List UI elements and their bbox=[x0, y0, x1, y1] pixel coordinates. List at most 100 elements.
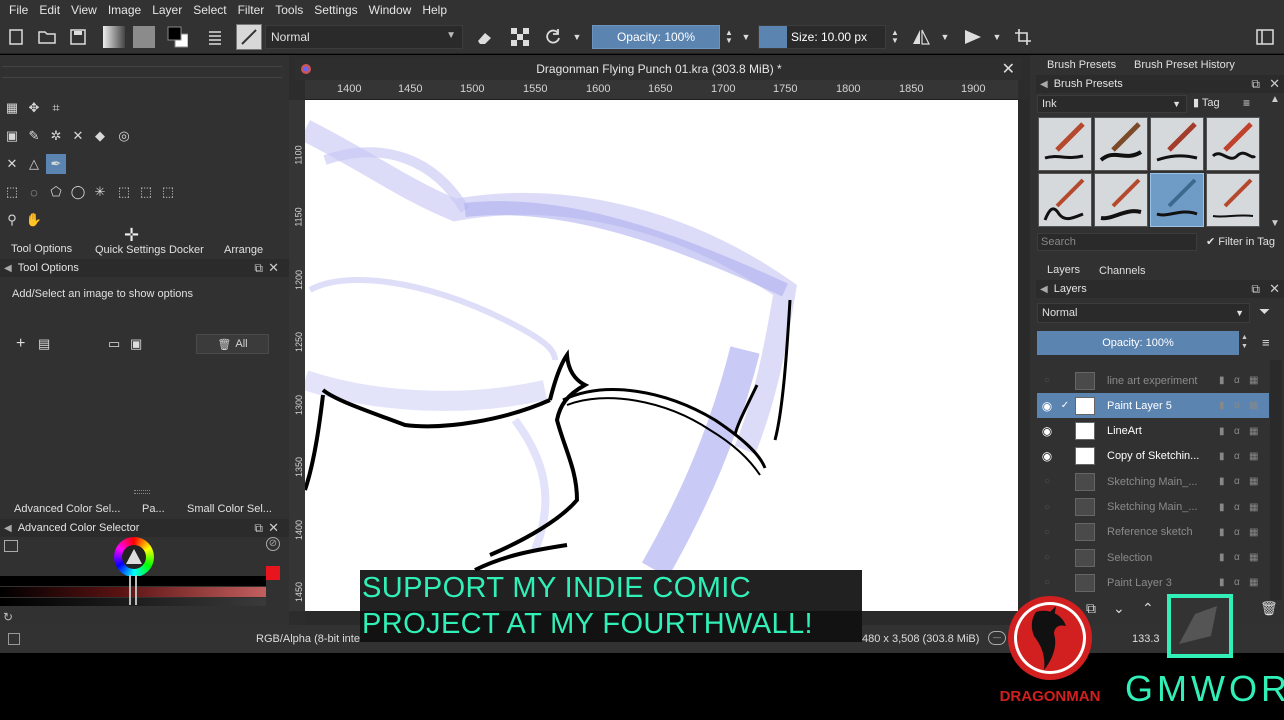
menu-lines-icon[interactable]: ≡ bbox=[1262, 335, 1270, 350]
brush-preset-item[interactable] bbox=[1206, 117, 1260, 171]
layer-row[interactable]: ◉ ✓ Paint Layer 5 ▮ α ▦ bbox=[1037, 393, 1269, 419]
float-docker-icon[interactable]: ⧉ bbox=[1251, 77, 1260, 92]
layer-row[interactable]: ○ line art experiment ▮ α ▦ bbox=[1037, 368, 1269, 393]
lock-icon[interactable]: ▮ bbox=[1219, 552, 1234, 563]
alpha-lock-icon[interactable] bbox=[509, 26, 531, 48]
menu-view[interactable]: View bbox=[66, 3, 103, 17]
close-icon[interactable]: ✕ bbox=[1269, 76, 1280, 92]
magnetic-select-icon[interactable]: ⬚ bbox=[158, 182, 178, 202]
inherit-alpha-icon[interactable]: ▦ bbox=[1249, 375, 1264, 386]
brush-preset-icon[interactable] bbox=[236, 24, 262, 50]
lock-icon[interactable]: ▮ bbox=[1219, 502, 1234, 513]
crop-tool-icon[interactable]: ⌗ bbox=[46, 98, 66, 118]
brush-preset-item[interactable] bbox=[1038, 117, 1092, 171]
lock-icon[interactable]: ▮ bbox=[1219, 527, 1234, 538]
gradient-swatch-icon[interactable] bbox=[103, 26, 125, 48]
layer-list-scrollbar[interactable] bbox=[1270, 360, 1282, 600]
menu-image[interactable]: Image bbox=[103, 3, 147, 17]
menu-select[interactable]: Select bbox=[188, 3, 232, 17]
delete-all-button[interactable]: 🗑 All bbox=[196, 334, 269, 354]
gradient-tool-icon[interactable]: ▣ bbox=[2, 126, 22, 146]
opacity-slider[interactable]: Opacity: 100% bbox=[592, 25, 720, 49]
close-icon[interactable]: ✕ bbox=[268, 520, 279, 536]
tab-channels[interactable]: Channels bbox=[1099, 265, 1145, 277]
color-settings-icon[interactable] bbox=[4, 540, 18, 552]
menu-help[interactable]: Help bbox=[417, 3, 453, 17]
fill-tool-icon[interactable]: ✕ bbox=[68, 126, 88, 146]
inherit-alpha-icon[interactable]: ▦ bbox=[1249, 451, 1264, 462]
eye-hidden-icon[interactable]: ○ bbox=[1037, 476, 1057, 487]
menu-layer[interactable]: Layer bbox=[147, 3, 188, 17]
chevron-down-icon[interactable]: ▼ bbox=[739, 26, 753, 48]
vertical-scrollbar[interactable] bbox=[1018, 100, 1030, 611]
brush-preset-item-selected[interactable] bbox=[1150, 173, 1204, 227]
lock-icon[interactable]: ▮ bbox=[1219, 577, 1234, 588]
tab-brush-presets[interactable]: Brush Presets bbox=[1047, 59, 1116, 71]
inherit-alpha-icon[interactable]: ▦ bbox=[1249, 502, 1264, 513]
color-wheel[interactable] bbox=[114, 537, 154, 577]
rect-select-icon[interactable]: ⬚ bbox=[2, 182, 22, 202]
paint-bucket-icon[interactable]: ◆ bbox=[90, 126, 110, 146]
layer-row[interactable]: ◉ Copy of Sketchin... ▮ α ▦ bbox=[1037, 444, 1269, 469]
lock-icon[interactable]: ▮ bbox=[1219, 375, 1234, 386]
tab-palette[interactable]: Pa... bbox=[142, 503, 165, 515]
eye-hidden-icon[interactable]: ○ bbox=[1037, 552, 1057, 563]
eye-hidden-icon[interactable]: ○ bbox=[1037, 527, 1057, 538]
menu-lines-icon[interactable]: ≡ bbox=[1243, 96, 1250, 110]
clear-color-icon[interactable]: ⊘ bbox=[266, 537, 280, 551]
chevron-down-icon[interactable]: ▼ bbox=[990, 26, 1004, 48]
new-document-icon[interactable] bbox=[5, 26, 27, 48]
current-color-swatch[interactable] bbox=[266, 566, 280, 580]
collapse-arrow-icon[interactable]: ◀ bbox=[1040, 284, 1048, 295]
close-icon[interactable]: ✕ bbox=[268, 260, 279, 276]
measure-tool-icon[interactable]: △ bbox=[24, 154, 44, 174]
bezier-select-icon[interactable]: ⬚ bbox=[136, 182, 156, 202]
zoom-tool-icon[interactable]: ⚲ bbox=[2, 210, 22, 230]
foreground-background-color-icon[interactable] bbox=[166, 26, 188, 48]
eye-icon[interactable]: ◉ bbox=[1037, 399, 1057, 413]
color-bar-cursor[interactable] bbox=[129, 575, 137, 605]
menu-filter[interactable]: Filter bbox=[233, 3, 271, 17]
assistant-tool-icon[interactable]: ✕ bbox=[2, 154, 22, 174]
lock-icon[interactable]: ▮ bbox=[1219, 451, 1234, 462]
ruler-horizontal[interactable]: 1400 1450 1500 1550 1600 1650 1700 1750 … bbox=[305, 80, 1018, 100]
layer-row[interactable]: ○ Sketching Main_... ▮ α ▦ bbox=[1037, 495, 1269, 520]
scroll-down-icon[interactable]: ▼ bbox=[1270, 218, 1282, 230]
eye-icon[interactable]: ◉ bbox=[1037, 449, 1057, 463]
brush-preset-item[interactable] bbox=[1206, 173, 1260, 227]
menu-edit[interactable]: Edit bbox=[34, 3, 66, 17]
lock-icon[interactable]: ▮ bbox=[1219, 400, 1234, 411]
move-layer-down-icon[interactable]: ⌄ bbox=[1113, 600, 1125, 617]
tab-tool-options[interactable]: Tool Options bbox=[11, 243, 72, 255]
size-slider[interactable]: Size: 10.00 px bbox=[758, 25, 886, 49]
mirror-horizontal-icon[interactable] bbox=[910, 26, 932, 48]
alpha-icon[interactable]: α bbox=[1234, 577, 1249, 588]
brush-preset-item[interactable] bbox=[1150, 117, 1204, 171]
splitter-handle[interactable] bbox=[134, 490, 150, 494]
alpha-icon[interactable]: α bbox=[1234, 476, 1249, 487]
pan-tool-icon[interactable]: ✋ bbox=[24, 210, 44, 230]
save-icon[interactable] bbox=[67, 26, 89, 48]
menu-tools[interactable]: Tools bbox=[270, 3, 309, 17]
float-docker-icon[interactable]: ⧉ bbox=[1251, 282, 1260, 297]
tab-quick-settings[interactable]: Quick Settings Docker bbox=[95, 244, 204, 256]
inherit-alpha-icon[interactable]: ▦ bbox=[1249, 552, 1264, 563]
collapse-arrow-icon[interactable]: ◀ bbox=[4, 523, 12, 534]
inherit-alpha-icon[interactable]: ▦ bbox=[1249, 527, 1264, 538]
open-folder-icon[interactable] bbox=[36, 26, 58, 48]
color-picker-icon[interactable]: ✎ bbox=[24, 126, 44, 146]
brush-preset-item[interactable] bbox=[1094, 117, 1148, 171]
inherit-alpha-icon[interactable]: ▦ bbox=[1249, 400, 1264, 411]
alpha-icon[interactable]: α bbox=[1234, 552, 1249, 563]
alpha-icon[interactable]: α bbox=[1234, 451, 1249, 462]
alpha-icon[interactable]: α bbox=[1234, 426, 1249, 437]
mirror-vertical-icon[interactable] bbox=[962, 26, 984, 48]
ruler-vertical[interactable]: 1100 1150 1200 1250 1300 1350 1400 1450 bbox=[289, 100, 305, 611]
eye-icon[interactable]: ◉ bbox=[1037, 424, 1057, 438]
menu-window[interactable]: Window bbox=[364, 3, 418, 17]
lock-icon[interactable]: ▮ bbox=[1219, 426, 1234, 437]
move-tool-icon[interactable]: ✥ bbox=[24, 98, 44, 118]
chevron-down-icon[interactable]: ▼ bbox=[570, 26, 584, 48]
tab-brush-preset-history[interactable]: Brush Preset History bbox=[1134, 59, 1235, 71]
add-icon[interactable]: + bbox=[16, 335, 25, 353]
